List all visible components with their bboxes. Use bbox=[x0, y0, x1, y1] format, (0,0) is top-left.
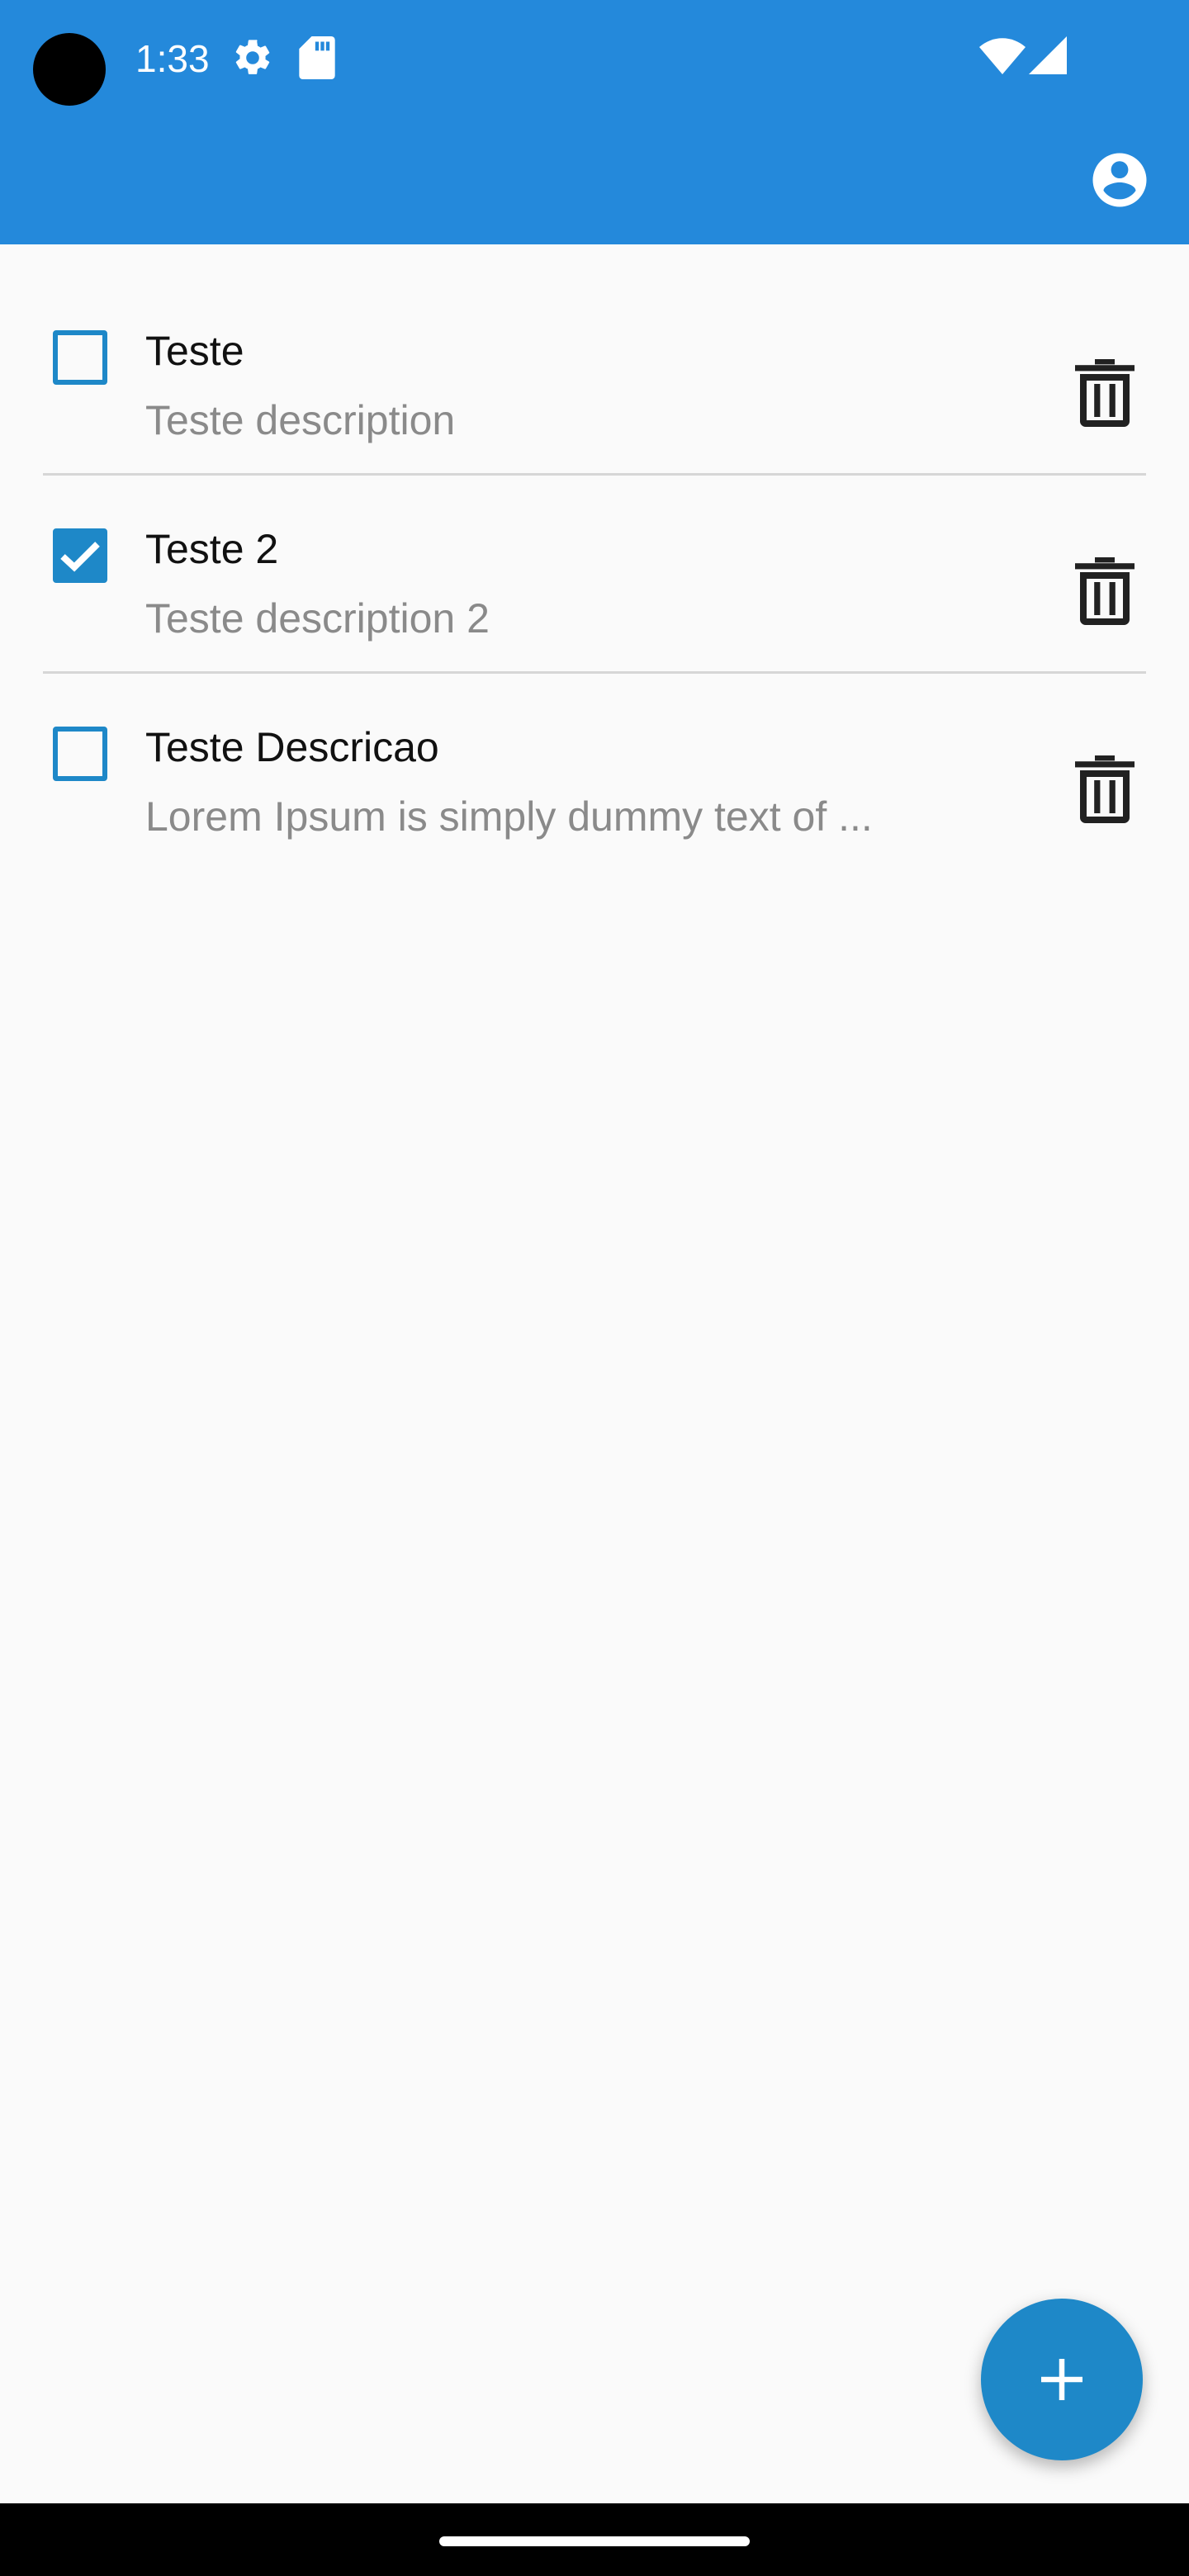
status-bar: 1:33 bbox=[0, 0, 1189, 116]
camera-cutout bbox=[33, 33, 106, 106]
app-bar bbox=[0, 116, 1189, 244]
delete-task-button[interactable] bbox=[1067, 350, 1143, 436]
task-title: Teste Descricao bbox=[145, 724, 439, 770]
trash-icon bbox=[1075, 755, 1135, 823]
trash-icon bbox=[1075, 557, 1135, 625]
account-button[interactable] bbox=[1080, 140, 1159, 220]
app-header: 1:33 bbox=[0, 0, 1189, 244]
task-checkbox[interactable] bbox=[53, 330, 107, 385]
check-icon bbox=[60, 542, 100, 572]
screen: 1:33 Teste Teste description Teste 2 Tes… bbox=[0, 0, 1189, 2576]
status-time: 1:33 bbox=[135, 37, 210, 80]
task-description: Lorem Ipsum is simply dummy text of ... bbox=[145, 793, 873, 840]
home-gesture-handle[interactable] bbox=[439, 2536, 750, 2546]
task-checkbox-checked[interactable] bbox=[53, 528, 107, 583]
task-title: Teste bbox=[145, 328, 244, 374]
sd-card-icon bbox=[299, 36, 335, 83]
trash-icon bbox=[1075, 359, 1135, 427]
task-description: Teste description 2 bbox=[145, 595, 490, 642]
task-description: Teste description bbox=[145, 397, 456, 443]
delete-task-button[interactable] bbox=[1067, 548, 1143, 634]
task-row[interactable]: Teste Teste description bbox=[0, 277, 1189, 476]
account-circle-icon bbox=[1092, 153, 1147, 207]
add-task-button[interactable] bbox=[981, 2299, 1143, 2460]
signal-icon bbox=[1029, 36, 1067, 78]
task-row[interactable]: Teste Descricao Lorem Ipsum is simply du… bbox=[0, 674, 1189, 872]
settings-icon bbox=[231, 36, 274, 83]
wifi-icon bbox=[979, 36, 1026, 78]
task-checkbox[interactable] bbox=[53, 727, 107, 781]
plus-icon bbox=[1041, 2359, 1082, 2400]
task-list: Teste Teste description Teste 2 Teste de… bbox=[0, 277, 1189, 872]
navigation-bar bbox=[0, 2503, 1189, 2576]
task-title: Teste 2 bbox=[145, 526, 279, 572]
delete-task-button[interactable] bbox=[1067, 746, 1143, 832]
task-row[interactable]: Teste 2 Teste description 2 bbox=[0, 476, 1189, 674]
